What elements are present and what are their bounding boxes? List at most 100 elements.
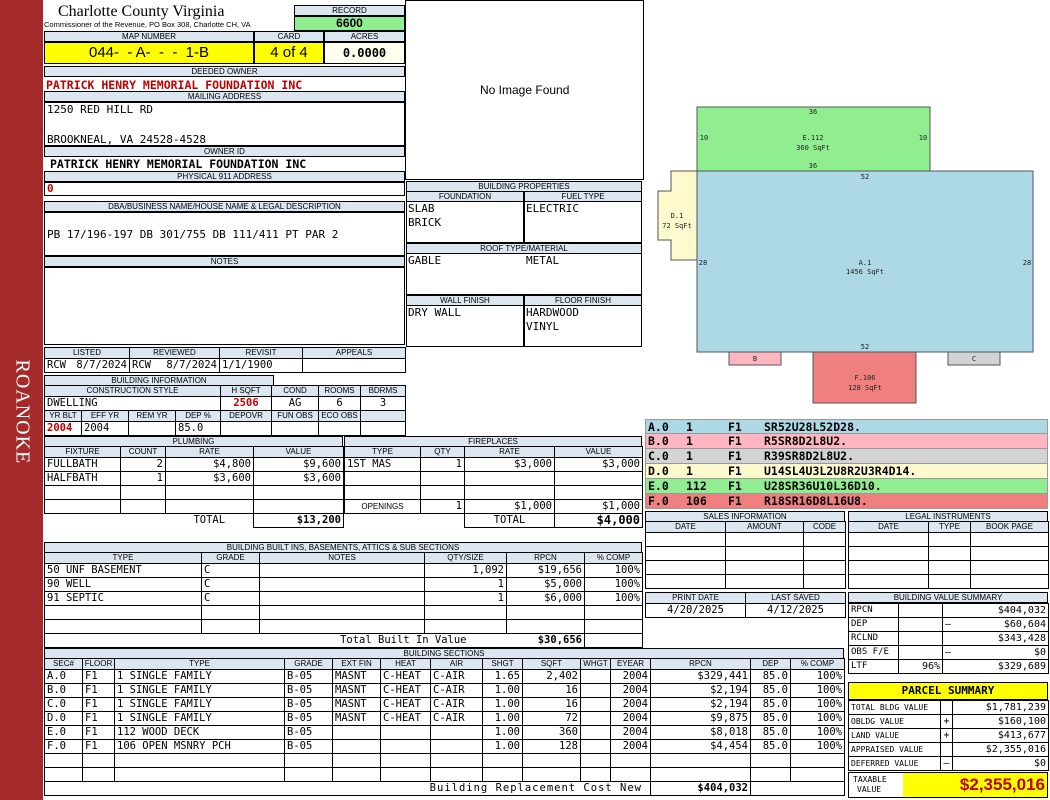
table-row: HALFBATH 1 $3,600 $3,600 <box>44 471 344 486</box>
parcel-summary-label: PARCEL SUMMARY <box>848 682 1048 700</box>
funobs-value <box>271 421 320 436</box>
plumbing-header: VALUE <box>253 446 344 458</box>
listed-cell: RCW 8/7/2024 <box>44 358 130 373</box>
parcel-sign: – <box>940 756 953 771</box>
legend-code: U28SR36U10L36D10. <box>764 479 882 493</box>
legend-floor: F1 <box>728 464 742 478</box>
legend-row: B.0 1 F1 R5SR8D2L8U2. <box>645 434 1048 449</box>
acres-label: ACRES <box>324 31 405 42</box>
legend-sec: D.0 <box>648 464 669 478</box>
legend-num: 112 <box>686 479 707 493</box>
section-cell: 2004 <box>610 669 651 684</box>
county-subtitle: Commissioner of the Revenue, PO Box 308,… <box>44 20 251 29</box>
section-cell: 2004 <box>610 739 651 754</box>
legal-description-value: PB 17/196-197 DB 301/755 DB 111/411 PT P… <box>47 228 339 241</box>
parcel-label: OBLDG VALUE <box>848 714 941 729</box>
table-row: RPCN $404,032 <box>848 603 1049 618</box>
legend-floor: F1 <box>728 479 742 493</box>
builtins-header: QTY/SIZE <box>424 552 507 564</box>
count: 2 <box>120 457 166 472</box>
fireplace-header: VALUE <box>554 446 643 458</box>
section-cell: F1 <box>82 697 115 712</box>
section-cell <box>580 739 611 754</box>
sections-header: SEC# <box>44 658 83 670</box>
section-cell: 1.00 <box>482 683 523 698</box>
table-row: 90 WELL C 1 $5,000 100% <box>44 577 643 592</box>
rooms-value: 6 <box>318 396 362 411</box>
mailing-line-1: 1250 RED HILL RD <box>47 103 153 116</box>
section-cell: C-AIR <box>430 697 483 712</box>
section-cell: 100% <box>790 725 845 740</box>
section-cell: B-05 <box>284 739 333 754</box>
table-row: F.0 F1 106 OPEN MSNRY PCH B-05 1.00 128 2004 $4… <box>44 739 845 754</box>
vs-label: RCLND <box>848 631 899 646</box>
notes-label: NOTES <box>44 256 405 267</box>
sketch-a-bottom: 52 <box>861 343 869 351</box>
fireplace-header: TYPE <box>344 446 421 458</box>
side-banner: ROANOKE <box>0 0 43 800</box>
value: $3,600 <box>253 471 344 486</box>
sketch-a-right: 28 <box>1023 259 1031 267</box>
parcel-label: LAND VALUE <box>848 728 941 743</box>
section-cell: C-AIR <box>430 683 483 698</box>
map-number-label: MAP NUMBER <box>44 31 254 42</box>
sections-header: % COMP <box>790 658 845 670</box>
section-cell: C-AIR <box>430 669 483 684</box>
table-row: 91 SEPTIC C 1 $6,000 100% <box>44 591 643 606</box>
section-cell <box>580 725 611 740</box>
fireplace-total-label: TOTAL <box>464 513 555 528</box>
openings-value: $1,000 <box>554 499 643 514</box>
legend-row: C.0 1 F1 R39SR8D2L8U2. <box>645 449 1048 464</box>
builtins-table: TYPE GRADE NOTES QTY/SIZE RPCN % COMP 50… <box>44 552 643 648</box>
card-label: CARD <box>254 31 324 42</box>
builtins-header: GRADE <box>201 552 260 564</box>
record-value: 6600 <box>294 16 405 31</box>
section-cell: 85.0 <box>750 697 791 712</box>
sections-header: EXT FIN <box>332 658 381 670</box>
fixture: FULLBATH <box>44 457 121 472</box>
floor-finish-2: VINYL <box>526 320 560 333</box>
roof-type: GABLE <box>408 254 442 267</box>
section-cell: B-05 <box>284 669 333 684</box>
section-cell: D.0 <box>44 711 83 726</box>
sales-table: DATE AMOUNT CODE <box>645 521 846 589</box>
section-cell: F1 <box>82 725 115 740</box>
sections-header: EYEAR <box>610 658 651 670</box>
parcel-label: APPRAISED VALUE <box>848 742 941 757</box>
sketch-e-right: 10 <box>919 134 927 142</box>
sketch-c-code: C <box>972 355 976 363</box>
section-cell: 2004 <box>610 725 651 740</box>
vs-label: LTF <box>848 659 899 674</box>
county-title: Charlotte County Virginia <box>58 3 225 20</box>
listed-label: LISTED <box>44 347 130 359</box>
section-cell: 1.65 <box>482 669 523 684</box>
print-date-label: PRINT DATE <box>645 592 746 604</box>
legend-num: 1 <box>686 420 693 434</box>
section-cell: $4,454 <box>650 739 751 754</box>
table-row: 1ST MAS 1 $3,000 $3,000 <box>344 457 643 472</box>
ecoobs-label: ECO OBS <box>318 410 362 422</box>
fuel-type: ELECTRIC <box>526 202 579 215</box>
appeals-cell <box>302 358 406 373</box>
section-cell: 106 OPEN MSNRY PCH <box>114 739 285 754</box>
section-cell <box>332 739 381 754</box>
sketch-e-area: 360 SqFt <box>796 144 830 152</box>
section-cell: 1 SINGLE FAMILY <box>114 669 285 684</box>
cond-label: COND <box>271 385 320 397</box>
legend-row: F.0 106 F1 R18SR16D8L16U8. <box>645 494 1048 509</box>
table-row: APPRAISED VALUE $2,355,016 <box>848 742 1049 757</box>
section-cell: 100% <box>790 711 845 726</box>
legend-row: A.0 1 F1 SR52U28L52D28. <box>645 419 1048 434</box>
mailing-line-2: BROOKNEAL, VA 24528-4528 <box>47 133 206 146</box>
legend-num: 106 <box>686 494 707 508</box>
physical-address-label: PHYSICAL 911 ADDRESS <box>44 171 405 182</box>
builtins-header: TYPE <box>44 552 202 564</box>
openings-label: OPENINGS <box>344 499 421 514</box>
sections-header: FLOOR <box>82 658 115 670</box>
physical-address-box <box>44 182 405 196</box>
sections-header: DEP <box>750 658 791 670</box>
deeded-owner-value: PATRICK HENRY MEMORIAL FOUNDATION INC <box>46 78 303 92</box>
openings-qty: 1 <box>420 499 465 514</box>
plumbing-header: COUNT <box>120 446 166 458</box>
section-cell: 85.0 <box>750 725 791 740</box>
